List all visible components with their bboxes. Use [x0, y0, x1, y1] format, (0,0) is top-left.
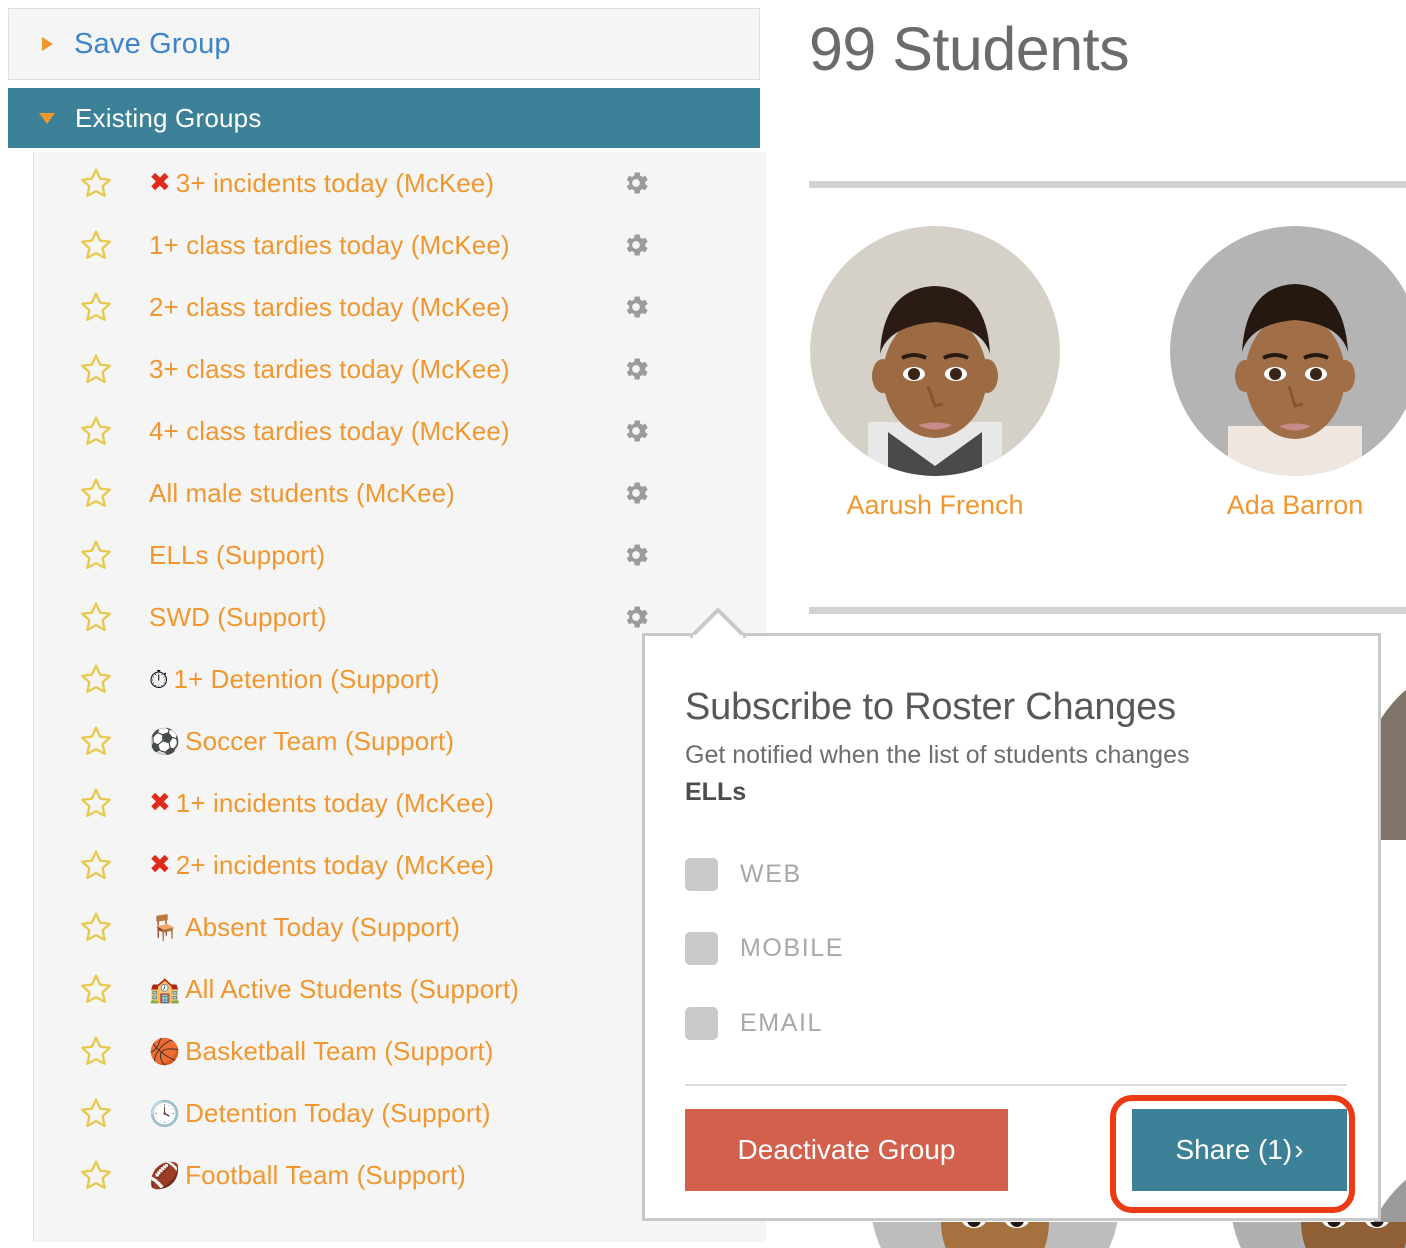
avatar	[810, 226, 1060, 476]
group-list-item-label: 3+ class tardies today (McKee)	[149, 354, 510, 385]
group-list-item[interactable]: All male students (McKee)	[34, 462, 759, 524]
settings-gear-icon[interactable]	[621, 292, 651, 322]
settings-gear-icon[interactable]	[621, 230, 651, 260]
favorite-star-icon[interactable]	[79, 290, 113, 324]
group-list-item[interactable]: 2+ class tardies today (McKee)	[34, 276, 759, 338]
student-card[interactable]: Ada Barron	[1170, 226, 1406, 521]
favorite-star-icon[interactable]	[79, 786, 113, 820]
chair-icon: 🪑	[149, 915, 180, 940]
channel-label-email: EMAIL	[740, 1009, 823, 1038]
existing-groups-label: Existing Groups	[75, 103, 262, 134]
favorite-star-icon[interactable]	[79, 476, 113, 510]
settings-gear-icon[interactable]	[621, 168, 651, 198]
favorite-star-icon[interactable]	[79, 600, 113, 634]
channel-row-web[interactable]: WEB	[685, 858, 802, 891]
clock-icon: 🕓	[149, 1101, 180, 1126]
group-list-item-label: Absent Today (Support)	[185, 912, 460, 943]
subscribe-roster-changes-popup: Subscribe to Roster Changes Get notified…	[642, 633, 1381, 1221]
triangle-right-icon	[42, 37, 53, 51]
settings-gear-icon[interactable]	[621, 540, 651, 570]
share-button[interactable]: Share (1) ›	[1132, 1109, 1347, 1191]
school-icon: 🏫	[149, 977, 180, 1002]
group-list-item-label: Football Team (Support)	[185, 1160, 466, 1191]
favorite-star-icon[interactable]	[79, 538, 113, 572]
settings-gear-icon[interactable]	[621, 354, 651, 384]
favorite-star-icon[interactable]	[79, 724, 113, 758]
group-list-item-label: 1+ incidents today (McKee)	[176, 788, 494, 819]
favorite-star-icon[interactable]	[79, 166, 113, 200]
favorite-star-icon[interactable]	[79, 972, 113, 1006]
popup-pointer-arrow	[690, 608, 746, 638]
group-list-item-label: 1+ class tardies today (McKee)	[149, 230, 510, 261]
avatar	[1170, 226, 1406, 476]
group-list-item[interactable]: ✖3+ incidents today (McKee)	[34, 152, 759, 214]
group-list-item[interactable]: ELLs (Support)	[34, 524, 759, 586]
favorite-star-icon[interactable]	[79, 848, 113, 882]
student-card[interactable]: Aarush French	[810, 226, 1060, 521]
basketball-icon: 🏀	[149, 1039, 180, 1064]
group-list-item-label: 2+ class tardies today (McKee)	[149, 292, 510, 323]
favorite-star-icon[interactable]	[79, 1158, 113, 1192]
divider-top	[809, 181, 1406, 188]
channel-label-web: WEB	[740, 860, 802, 889]
student-row-partial	[810, 1222, 1406, 1248]
save-group-row[interactable]: Save Group	[8, 8, 760, 80]
favorite-star-icon[interactable]	[79, 1034, 113, 1068]
channel-row-mobile[interactable]: MOBILE	[685, 932, 844, 965]
save-group-label: Save Group	[74, 28, 231, 61]
page-title: 99 Students	[809, 14, 1129, 84]
chevron-right-icon: ›	[1294, 1134, 1303, 1166]
group-list-item-label: ELLs (Support)	[149, 540, 325, 571]
checkbox-email[interactable]	[685, 1007, 718, 1040]
group-list-item[interactable]: 3+ class tardies today (McKee)	[34, 338, 759, 400]
settings-gear-icon[interactable]	[621, 478, 651, 508]
group-list-item[interactable]: 1+ class tardies today (McKee)	[34, 214, 759, 276]
popup-divider	[685, 1084, 1347, 1086]
divider-middle	[809, 607, 1406, 614]
favorite-star-icon[interactable]	[79, 352, 113, 386]
settings-gear-icon[interactable]	[621, 416, 651, 446]
group-list-item-label: All Active Students (Support)	[185, 974, 519, 1005]
popup-subtitle: Get notified when the list of students c…	[685, 741, 1189, 770]
popup-title: Subscribe to Roster Changes	[685, 686, 1176, 729]
checkbox-web[interactable]	[685, 858, 718, 891]
favorite-star-icon[interactable]	[79, 414, 113, 448]
group-list-item-label: Detention Today (Support)	[185, 1098, 491, 1129]
favorite-star-icon[interactable]	[79, 662, 113, 696]
stopwatch-icon: ⏱	[149, 667, 169, 692]
soccer-ball-icon: ⚽	[149, 729, 180, 754]
x-mark-icon: ✖	[149, 790, 171, 816]
settings-gear-icon[interactable]	[621, 602, 651, 632]
group-list-item-label: 4+ class tardies today (McKee)	[149, 416, 510, 447]
popup-group-name: ELLs	[685, 778, 746, 807]
favorite-star-icon[interactable]	[79, 910, 113, 944]
channel-label-mobile: MOBILE	[740, 934, 844, 963]
favorite-star-icon[interactable]	[79, 1096, 113, 1130]
existing-groups-header[interactable]: Existing Groups	[8, 88, 760, 148]
group-list-item-label: 2+ incidents today (McKee)	[176, 850, 494, 881]
group-list-item-label: 3+ incidents today (McKee)	[176, 168, 494, 199]
student-name: Ada Barron	[1170, 490, 1406, 521]
group-list-item-label: Soccer Team (Support)	[185, 726, 454, 757]
group-list-item[interactable]: 4+ class tardies today (McKee)	[34, 400, 759, 462]
group-list-item-label: All male students (McKee)	[149, 478, 455, 509]
x-mark-icon: ✖	[149, 852, 171, 878]
x-mark-icon: ✖	[149, 170, 171, 196]
triangle-down-icon	[39, 113, 55, 124]
group-list-item-label: 1+ Detention (Support)	[174, 664, 440, 695]
group-list-item-label: Basketball Team (Support)	[185, 1036, 493, 1067]
favorite-star-icon[interactable]	[79, 228, 113, 262]
group-list-item-label: SWD (Support)	[149, 602, 327, 633]
student-name: Aarush French	[810, 490, 1060, 521]
football-icon: 🏈	[149, 1163, 180, 1188]
share-button-label: Share (1)	[1175, 1134, 1292, 1166]
channel-row-email[interactable]: EMAIL	[685, 1007, 823, 1040]
deactivate-group-button[interactable]: Deactivate Group	[685, 1109, 1008, 1191]
checkbox-mobile[interactable]	[685, 932, 718, 965]
